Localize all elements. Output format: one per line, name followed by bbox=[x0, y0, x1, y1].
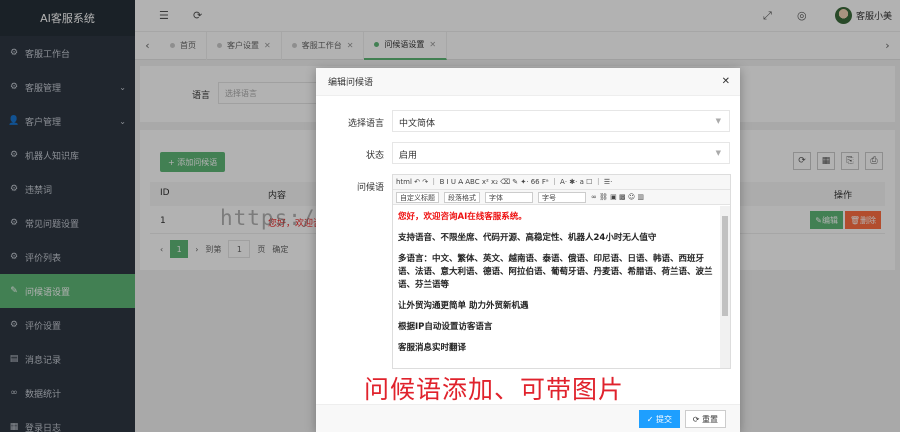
submit-button[interactable]: ✓ 提交 bbox=[638, 410, 680, 428]
editor-paragraph: 根据IP自动设置访客语言 bbox=[398, 322, 493, 332]
status-value: 启用 bbox=[399, 151, 418, 161]
custom-title-select[interactable]: 自定义标题 bbox=[396, 191, 439, 203]
language-value: 中文简体 bbox=[399, 119, 436, 129]
rich-text-editor: html ↶ ↷ ｜ B I U A̶ ABC x² x₂ ⌫ ✎ ✦· 66 … bbox=[392, 174, 731, 369]
dialog-title: 编辑问候语 bbox=[328, 78, 374, 88]
reset-button[interactable]: ⟳ 重置 bbox=[684, 410, 726, 428]
editor-paragraph: 多语言：中文、繁体、英文、越南语、泰语、俄语、印尼语、日语、韩语、西班牙语、法语… bbox=[398, 254, 713, 290]
language-label: 选择语言 bbox=[347, 119, 384, 129]
scroll-thumb[interactable] bbox=[722, 216, 728, 316]
edit-greeting-dialog: 编辑问候语 ✕ 选择语言 中文简体 ▼ 状态 启用 ▼ 问候语 html ↶ ↷… bbox=[316, 68, 740, 432]
editor-paragraph: 让外贸沟通更简单 助力外贸新机遇 bbox=[398, 301, 529, 311]
editor-paragraph: 您好，欢迎咨询AI在线客服系统。 bbox=[398, 212, 527, 222]
content-label: 问候语 bbox=[356, 183, 384, 193]
chevron-down-icon: ▼ bbox=[715, 117, 721, 125]
language-select[interactable]: 中文简体 ▼ bbox=[392, 110, 730, 132]
chevron-down-icon: ▼ bbox=[715, 149, 721, 157]
editor-scrollbar[interactable] bbox=[720, 206, 730, 368]
font-family-select[interactable]: 字体 bbox=[485, 191, 533, 203]
promo-caption: 问候语添加、可带图片 bbox=[364, 375, 625, 404]
insert-tools[interactable]: ∞ ⛓ ▣ ▩ ☺ ▥ bbox=[591, 193, 644, 201]
dialog-footer: ✓ 提交 ⟳ 重置 bbox=[316, 404, 740, 432]
editor-paragraph: 客服消息实时翻译 bbox=[398, 343, 467, 353]
close-icon[interactable]: ✕ bbox=[722, 76, 730, 87]
editor-content[interactable]: 您好，欢迎咨询AI在线客服系统。支持语音、不限坐席、代码开源、高稳定性、机器人2… bbox=[393, 206, 720, 368]
editor-toolbar-row2: 自定义标题 段落格式 字体 字号 ∞ ⛓ ▣ ▩ ☺ ▥ bbox=[393, 190, 730, 205]
editor-paragraph: 支持语音、不限坐席、代码开源、高稳定性、机器人24小时无人值守 bbox=[398, 233, 657, 243]
status-select[interactable]: 启用 ▼ bbox=[392, 142, 730, 164]
status-label: 状态 bbox=[365, 151, 384, 161]
editor-toolbar-row1[interactable]: html ↶ ↷ ｜ B I U A̶ ABC x² x₂ ⌫ ✎ ✦· 66 … bbox=[393, 175, 730, 190]
toolbar-buttons[interactable]: html ↶ ↷ ｜ B I U A̶ ABC x² x₂ ⌫ ✎ ✦· 66 … bbox=[396, 177, 612, 187]
font-size-select[interactable]: 字号 bbox=[538, 191, 586, 203]
dialog-header: 编辑问候语 bbox=[316, 68, 740, 96]
paragraph-format-select[interactable]: 段落格式 bbox=[444, 191, 480, 203]
